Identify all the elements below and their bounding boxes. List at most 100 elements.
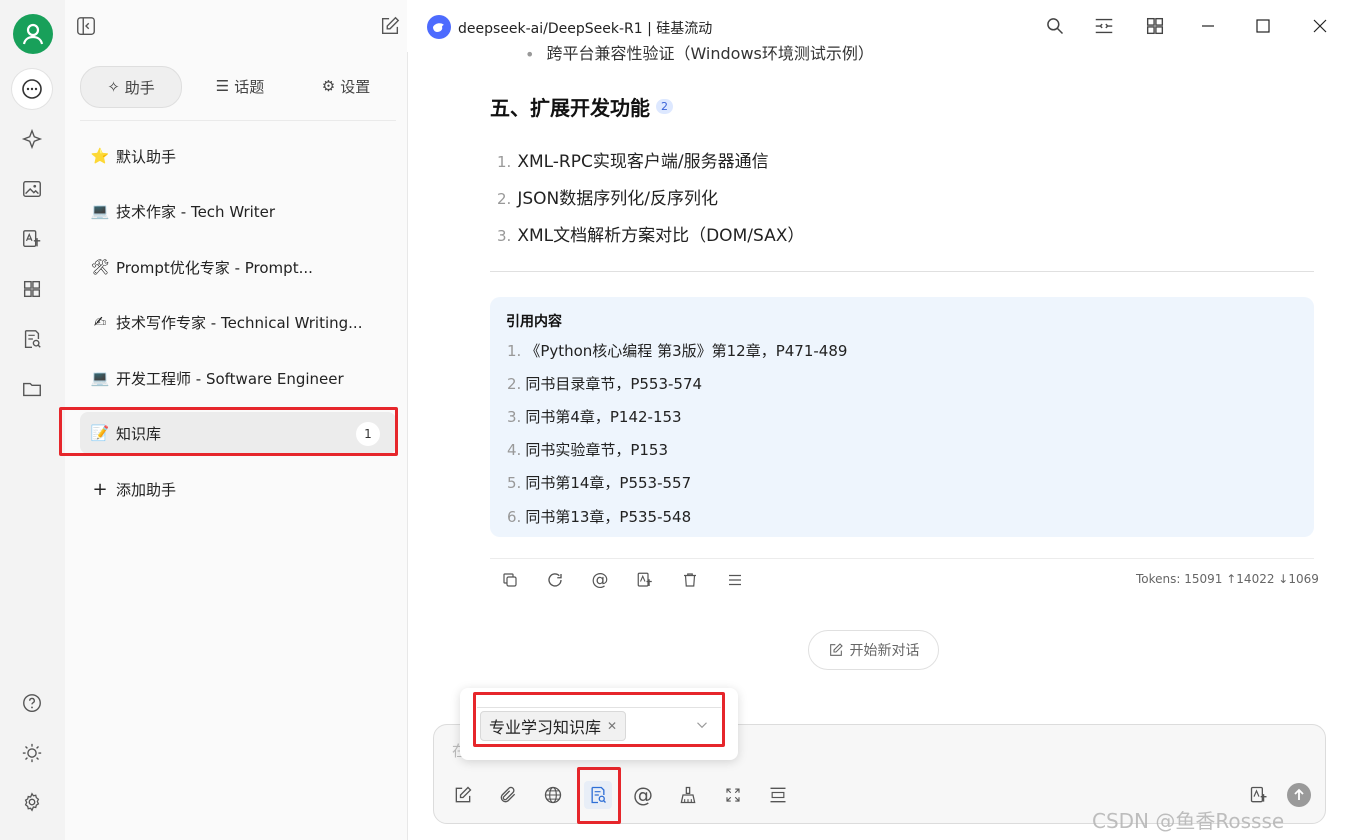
- grid-icon: [1146, 17, 1164, 35]
- translate-button[interactable]: [631, 566, 659, 594]
- plus-icon: +: [92, 478, 108, 500]
- assistant-label: 技术作家 - Tech Writer: [116, 202, 276, 221]
- assistant-item[interactable]: ⭐ 默认助手: [80, 135, 396, 177]
- tab-label: 设置: [340, 77, 371, 96]
- trash-icon: [684, 573, 696, 587]
- grid-icon: [23, 280, 41, 298]
- at-icon: @: [633, 783, 653, 807]
- user-icon: [22, 23, 44, 45]
- doc-search-icon: [24, 330, 41, 348]
- copy-icon: [503, 573, 517, 587]
- search-button[interactable]: [1041, 12, 1069, 40]
- reference-item[interactable]: 6. 同书第13章，P535-548: [507, 506, 691, 527]
- model-title[interactable]: deepseek-ai/DeepSeek-R1 | 硅基流动: [458, 18, 712, 38]
- assistant-item[interactable]: ✍ 技术写作专家 - Technical Writing...: [80, 301, 396, 343]
- watermark-text: CSDN @鱼香Rossse: [1092, 809, 1285, 833]
- reference-item[interactable]: 1. 《Python核心编程 第3版》第12章，P471-489: [507, 340, 847, 361]
- delete-button[interactable]: [676, 566, 704, 594]
- tab-settings[interactable]: ⚙ 设置: [296, 66, 396, 106]
- send-button[interactable]: [1287, 783, 1311, 807]
- image-icon: [23, 180, 41, 198]
- section-heading: 五、扩展开发功能 2: [490, 92, 673, 121]
- user-avatar[interactable]: [13, 14, 53, 54]
- assistant-label: 开发工程师 - Software Engineer: [116, 369, 344, 388]
- paintings-nav-button[interactable]: [12, 169, 52, 209]
- knowledge-nav-button[interactable]: [12, 319, 52, 359]
- settings-button[interactable]: [12, 782, 52, 822]
- new-context-button[interactable]: [764, 781, 792, 809]
- edit-icon: [381, 16, 400, 35]
- regenerate-button[interactable]: [541, 566, 569, 594]
- assistant-item[interactable]: 💻 开发工程师 - Software Engineer: [80, 357, 396, 399]
- reference-item[interactable]: 5. 同书第14章，P553-557: [507, 472, 691, 493]
- reference-item[interactable]: 2. 同书目录章节，P553-574: [507, 373, 702, 394]
- reference-item[interactable]: 4. 同书实验章节，P153: [507, 439, 668, 460]
- sun-icon: [22, 743, 42, 763]
- apps-nav-button[interactable]: [12, 269, 52, 309]
- expand-icon: [726, 788, 740, 802]
- expand-icon: [1095, 18, 1113, 34]
- close-button[interactable]: [1306, 12, 1334, 40]
- highlight-box: [59, 407, 398, 456]
- translate-nav-button[interactable]: [12, 219, 52, 259]
- attach-button[interactable]: [494, 781, 522, 809]
- chat-bubble-icon: [22, 79, 42, 99]
- list-item: 2. JSON数据序列化/反序列化: [497, 189, 718, 209]
- at-icon: @: [591, 570, 609, 590]
- sidebar-collapse-icon: [77, 17, 95, 35]
- new-topic-button[interactable]: [376, 12, 404, 40]
- add-assistant-button[interactable]: + 添加助手: [80, 468, 396, 510]
- translate-icon: [637, 572, 652, 587]
- bullet-dot: •: [525, 45, 535, 64]
- list-item: 1. XML-RPC实现客户端/服务器通信: [497, 152, 769, 172]
- more-menu-button[interactable]: [721, 566, 749, 594]
- translate-icon: [1250, 786, 1267, 803]
- paperclip-icon: [500, 786, 516, 803]
- toggle-sidebar-button[interactable]: [72, 12, 100, 40]
- assistant-item[interactable]: 🛠 Prompt优化专家 - Prompt...: [80, 246, 396, 288]
- star-icon: ⭐: [90, 147, 110, 165]
- minimize-button[interactable]: [1194, 12, 1222, 40]
- assistant-item[interactable]: 💻 技术作家 - Tech Writer: [80, 190, 396, 232]
- token-usage: Tokens: 15091 ↑14022 ↓1069: [1136, 572, 1319, 586]
- copy-button[interactable]: [496, 566, 524, 594]
- translate-icon: [23, 230, 41, 248]
- tools-icon: 🛠: [90, 258, 110, 276]
- fullscreen-button[interactable]: [719, 781, 747, 809]
- maximize-icon: [1256, 19, 1270, 33]
- reference-item[interactable]: 3. 同书第4章，P142-153: [507, 406, 682, 427]
- mention-model-button[interactable]: @: [586, 566, 614, 594]
- layout-toggle-button[interactable]: [1090, 12, 1118, 40]
- sidebar-tabs: ✧ 助手 ☰ 话题 ⚙ 设置: [80, 66, 396, 108]
- tab-topics[interactable]: ☰ 话题: [190, 66, 290, 106]
- edit-icon: [829, 643, 843, 656]
- divider: [490, 271, 1314, 272]
- web-search-button[interactable]: [539, 781, 567, 809]
- gear-icon: [24, 792, 40, 812]
- divider: [80, 120, 396, 121]
- writing-hand-icon: ✍: [93, 313, 107, 331]
- chat-nav-button[interactable]: [12, 69, 52, 109]
- new-topic-input-button[interactable]: [449, 781, 477, 809]
- maximize-button[interactable]: [1249, 12, 1277, 40]
- files-nav-button[interactable]: [12, 369, 52, 409]
- clear-context-button[interactable]: [674, 781, 702, 809]
- minimize-icon: [1202, 25, 1214, 27]
- partial-bullet-item: • 跨平台兼容性验证（Windows环境测试示例）: [525, 44, 874, 64]
- highlight-box: [577, 767, 621, 824]
- new-chat-button[interactable]: 开始新对话: [808, 630, 939, 670]
- tab-label: 话题: [234, 77, 265, 96]
- tab-assistants[interactable]: ✧ 助手: [80, 66, 182, 108]
- menu-icon: [729, 574, 741, 586]
- mini-apps-button[interactable]: [1141, 12, 1169, 40]
- list-icon: ☰: [215, 77, 230, 95]
- help-button[interactable]: [12, 683, 52, 723]
- agents-nav-button[interactable]: [12, 119, 52, 159]
- highlight-box: [473, 692, 725, 747]
- mention-button[interactable]: @: [629, 781, 657, 809]
- edit-icon: [455, 786, 472, 803]
- model-logo-icon: [427, 15, 451, 39]
- citation-badge[interactable]: 2: [656, 99, 673, 114]
- heading-text: 五、扩展开发功能: [490, 96, 650, 120]
- theme-toggle-button[interactable]: [12, 733, 52, 773]
